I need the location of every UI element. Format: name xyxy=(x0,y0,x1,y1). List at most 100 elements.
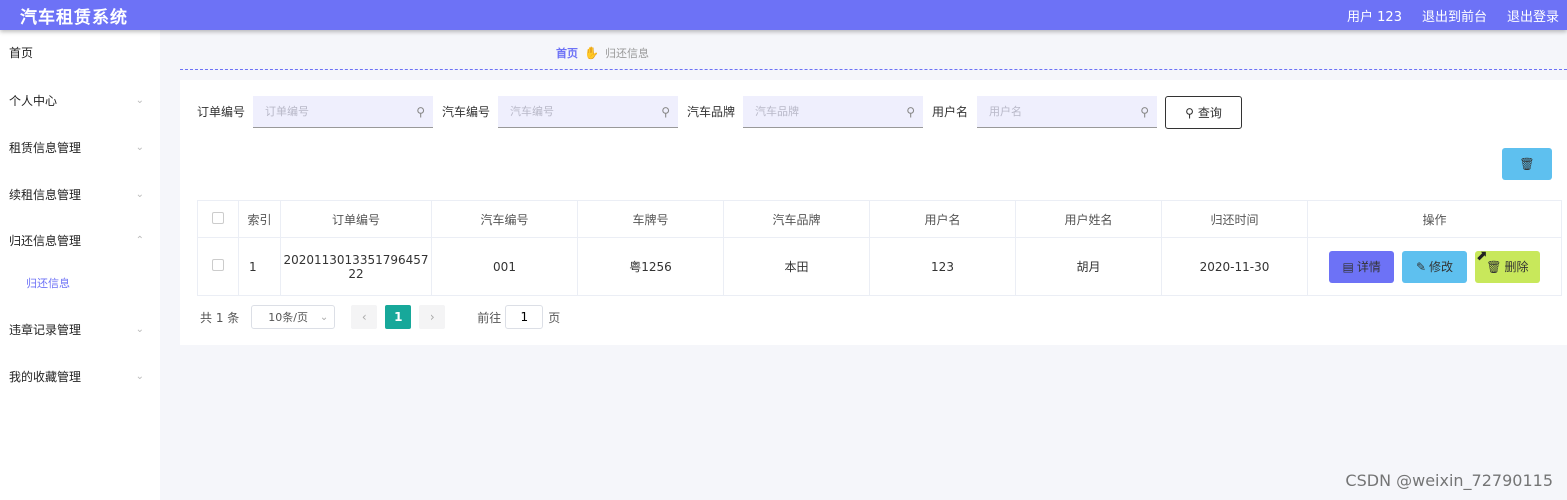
table-header-row: 索引 订单编号 汽车编号 车牌号 汽车品牌 用户名 用户姓名 归还时间 操作 xyxy=(197,200,1562,238)
row-checkbox[interactable] xyxy=(212,259,224,271)
row-brand: 本田 xyxy=(723,237,870,296)
page-number-button[interactable]: 1 xyxy=(385,305,412,329)
sidebar-item-rental-info[interactable]: 租赁信息管理 ⌄ xyxy=(0,132,160,162)
detail-button[interactable]: ▤ 详情 xyxy=(1329,250,1395,283)
submenu-item-return-info[interactable]: 归还信息 xyxy=(0,270,160,296)
chevron-down-icon: ⌄ xyxy=(135,94,144,106)
breadcrumb-home[interactable]: 首页 xyxy=(556,45,578,61)
sidebar-item-label: 违章记录管理 xyxy=(9,322,82,337)
brand-input[interactable] xyxy=(755,105,875,118)
chevron-down-icon: ⌄ xyxy=(135,323,144,335)
chevron-up-icon: ⌃ xyxy=(135,234,144,246)
column-header: 索引 xyxy=(238,200,281,238)
app-title: 汽车租赁系统 xyxy=(20,7,128,28)
select-all-cell xyxy=(197,200,239,238)
sidebar-item-label: 租赁信息管理 xyxy=(9,140,82,155)
trash-icon: 🗑 xyxy=(1486,259,1502,274)
breadcrumb: 首页 ✋ 归还信息 xyxy=(556,45,649,61)
sidebar-item-renewal-info[interactable]: 续租信息管理 ⌄ xyxy=(0,179,160,209)
pencil-icon: ✎ xyxy=(1415,259,1427,274)
query-button-label: 查询 xyxy=(1197,106,1222,120)
sidebar-item-return-info[interactable]: 归还信息管理 ⌃ xyxy=(0,225,160,255)
search-icon: ⚲ xyxy=(906,104,915,119)
column-header: 用户名 xyxy=(869,200,1016,238)
row-car-no: 001 xyxy=(431,237,578,296)
column-header: 汽车编号 xyxy=(431,200,578,238)
bulk-delete-button[interactable]: 🗑 xyxy=(1502,148,1552,180)
sidebar-item-favorites[interactable]: 我的收藏管理 ⌄ xyxy=(0,361,160,391)
page-size-value: 10条/页 xyxy=(268,311,308,324)
goto-page-field[interactable] xyxy=(505,305,544,329)
sidebar-item-home[interactable]: 首页 xyxy=(0,37,160,67)
prev-page-button[interactable]: ‹ xyxy=(351,305,378,329)
username-label: 用户名 xyxy=(932,105,969,119)
page-size-select[interactable]: 10条/页 ⌄ xyxy=(251,305,336,329)
divider xyxy=(180,69,1567,70)
chevron-down-icon: ⌄ xyxy=(135,188,144,200)
mouse-cursor-icon: ⬈ xyxy=(1476,248,1488,264)
column-header: 订单编号 xyxy=(280,200,432,238)
sidebar: 首页 个人中心 ⌄ 租赁信息管理 ⌄ 续租信息管理 ⌄ 归还信息管理 ⌃ 归还信… xyxy=(0,30,160,500)
row-actions: ▤ 详情 ✎ 修改 🗑 删除 xyxy=(1307,237,1562,296)
chevron-left-icon: ‹ xyxy=(361,310,367,324)
column-header: 操作 xyxy=(1307,200,1562,238)
order-no-line1: 2020113013351796457 xyxy=(283,252,429,267)
car-no-label: 汽车编号 xyxy=(442,105,491,119)
column-header: 汽车品牌 xyxy=(723,200,870,238)
logout-link[interactable]: 退出登录 xyxy=(1507,6,1559,25)
goto-page-input[interactable] xyxy=(509,310,540,324)
order-no-line2: 22 xyxy=(348,266,364,281)
document-icon: ▤ xyxy=(1342,259,1354,274)
order-no-input[interactable] xyxy=(265,105,385,118)
query-button[interactable]: ⚲ 查询 xyxy=(1165,96,1242,129)
row-return-time: 2020-11-30 xyxy=(1161,237,1308,296)
row-plate: 粤1256 xyxy=(577,237,724,296)
header-actions: 用户 123 退出到前台 退出登录 xyxy=(1347,6,1559,25)
total-count: 共 1 条 xyxy=(200,310,240,325)
column-header: 车牌号 xyxy=(577,200,724,238)
car-no-input[interactable] xyxy=(510,105,630,118)
sidebar-item-label: 个人中心 xyxy=(9,93,58,108)
breadcrumb-current: 归还信息 xyxy=(604,47,649,60)
car-no-field[interactable]: ⚲ xyxy=(498,96,678,128)
row-order-no: 2020113013351796457 22 xyxy=(280,237,432,296)
username-field[interactable]: ⚲ xyxy=(977,96,1157,128)
sidebar-item-label: 首页 xyxy=(9,45,34,60)
username-input[interactable] xyxy=(989,105,1109,118)
chevron-down-icon: ⌄ xyxy=(135,141,144,153)
sidebar-item-personal-center[interactable]: 个人中心 ⌄ xyxy=(0,85,160,115)
watermark: CSDN @weixin_72790115 xyxy=(1345,471,1553,490)
brand-field[interactable]: ⚲ xyxy=(743,96,923,128)
chevron-right-icon: › xyxy=(429,310,435,324)
search-icon: ⚲ xyxy=(416,104,425,119)
edit-button[interactable]: ✎ 修改 xyxy=(1402,250,1467,283)
row-select-cell xyxy=(197,237,239,296)
next-page-button[interactable]: › xyxy=(419,305,446,329)
column-header: 用户姓名 xyxy=(1015,200,1162,238)
trash-icon: 🗑 xyxy=(1519,157,1535,171)
edit-button-label: 修改 xyxy=(1429,260,1454,274)
page-suffix: 页 xyxy=(548,310,561,325)
row-name: 胡月 xyxy=(1015,237,1162,296)
order-no-label: 订单编号 xyxy=(197,105,246,119)
delete-button-label: 删除 xyxy=(1504,260,1529,274)
search-icon: ⚲ xyxy=(1140,104,1149,119)
sidebar-item-label: 我的收藏管理 xyxy=(9,369,82,384)
chevron-down-icon: ⌄ xyxy=(135,370,144,382)
column-header: 归还时间 xyxy=(1161,200,1308,238)
search-icon: ⚲ xyxy=(1185,105,1194,120)
select-all-checkbox[interactable] xyxy=(212,211,224,224)
back-to-front-link[interactable]: 退出到前台 xyxy=(1422,6,1487,25)
pagination: 共 1 条 10条/页 ⌄ ‹ 1 › 前往 页 xyxy=(200,305,560,329)
sidebar-item-violation-records[interactable]: 违章记录管理 ⌄ xyxy=(0,314,160,344)
detail-button-label: 详情 xyxy=(1356,260,1381,274)
sidebar-item-label: 续租信息管理 xyxy=(9,187,82,202)
submenu-item-label: 归还信息 xyxy=(26,277,70,290)
sidebar-item-label: 归还信息管理 xyxy=(9,233,82,248)
goto-label: 前往 xyxy=(477,310,502,325)
chevron-down-icon: ⌄ xyxy=(319,311,329,323)
order-no-field[interactable]: ⚲ xyxy=(253,96,433,128)
table-row: 1 2020113013351796457 22 001 粤1256 本田 12… xyxy=(197,237,1562,296)
brand-label: 汽车品牌 xyxy=(687,105,736,119)
top-header: 汽车租赁系统 用户 123 退出到前台 退出登录 xyxy=(0,0,1567,30)
